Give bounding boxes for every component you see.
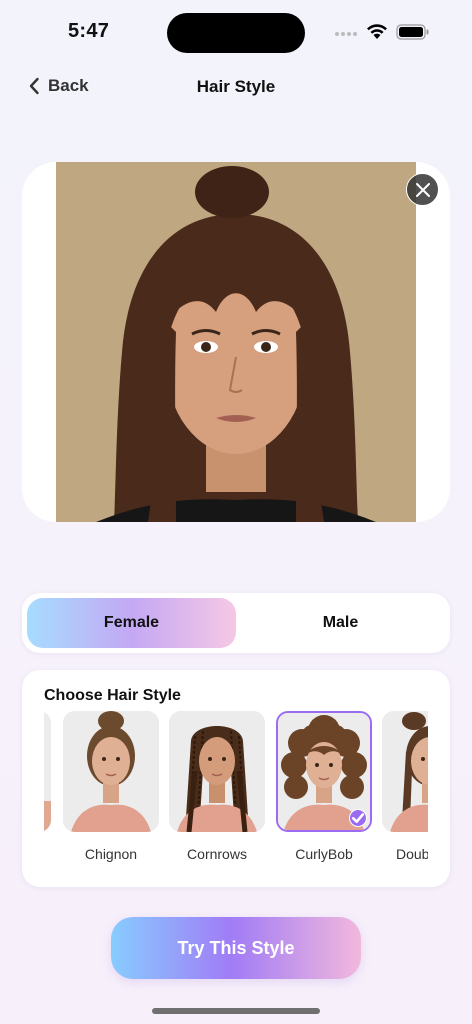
hair-style-thumbnail bbox=[44, 711, 51, 832]
hair-style-label: Chignon bbox=[84, 846, 138, 862]
section-title: Choose Hair Style bbox=[44, 687, 181, 704]
hair-style-item-curlybob[interactable]: CurlyBob bbox=[276, 711, 372, 862]
hair-style-thumbnail-selected bbox=[276, 711, 372, 832]
wifi-icon bbox=[365, 22, 389, 40]
home-indicator bbox=[152, 1008, 320, 1014]
hair-style-thumbnail bbox=[169, 711, 265, 832]
hair-style-carousel[interactable]: Chignon Cornrows CurlyBob Doub bbox=[44, 711, 428, 871]
try-this-style-button[interactable]: Try This Style bbox=[111, 917, 361, 979]
battery-icon bbox=[396, 24, 430, 40]
hair-style-item[interactable] bbox=[44, 711, 51, 846]
hair-style-picker: Choose Hair Style Chignon Cornrows Curly… bbox=[22, 670, 450, 887]
hair-style-thumbnail bbox=[63, 711, 159, 832]
hair-style-thumbnail bbox=[382, 711, 428, 832]
hair-style-label: Doub bbox=[396, 846, 428, 862]
signal-icon bbox=[335, 30, 359, 38]
gender-option-male[interactable]: Male bbox=[236, 598, 445, 648]
hair-style-item-chignon[interactable]: Chignon bbox=[63, 711, 159, 862]
gender-option-female[interactable]: Female bbox=[27, 598, 236, 648]
uploaded-photo-card bbox=[22, 162, 450, 522]
close-icon bbox=[415, 182, 430, 197]
dynamic-island bbox=[167, 13, 305, 53]
portrait-photo bbox=[56, 162, 416, 522]
selected-check-icon bbox=[349, 809, 367, 827]
nav-bar: Back Hair Style bbox=[0, 66, 472, 110]
page-title: Hair Style bbox=[196, 77, 276, 96]
status-time: 5:47 bbox=[68, 20, 110, 42]
hair-style-item-cornrows[interactable]: Cornrows bbox=[169, 711, 265, 862]
hair-style-label: Cornrows bbox=[187, 846, 247, 862]
hair-style-item-doub[interactable]: Doub bbox=[382, 711, 428, 862]
gender-selector: Female Male bbox=[22, 593, 450, 653]
hair-style-label: CurlyBob bbox=[295, 846, 353, 862]
remove-photo-button[interactable] bbox=[406, 173, 439, 206]
status-bar: 5:47 bbox=[0, 0, 472, 64]
